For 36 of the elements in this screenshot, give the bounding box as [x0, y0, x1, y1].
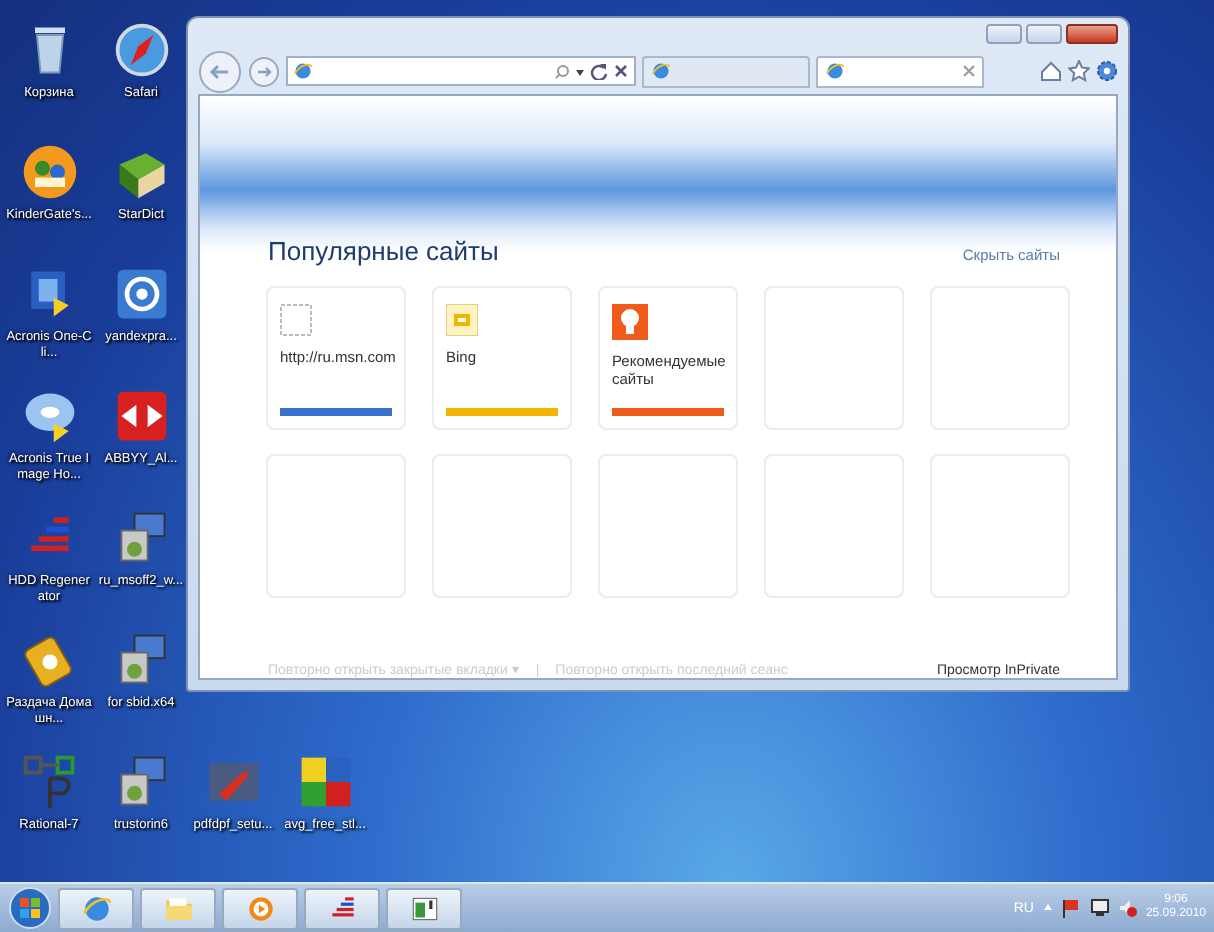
flag-icon[interactable] [1061, 898, 1082, 918]
play-icon [243, 891, 277, 925]
show-hidden-icons-button[interactable] [1041, 902, 1054, 914]
network-icon[interactable] [1089, 898, 1110, 918]
forward-button[interactable] [248, 55, 280, 88]
taskbar-app-button[interactable] [58, 887, 134, 929]
lightbulb-icon [612, 304, 648, 340]
taskbar-app-button[interactable] [140, 887, 216, 929]
browser-tab[interactable] [642, 55, 810, 88]
back-button[interactable] [198, 49, 242, 94]
speaker-icon[interactable] [1117, 898, 1138, 918]
people-icon[interactable] [19, 142, 79, 202]
taskbar-app-button[interactable] [386, 887, 462, 929]
diagram-icon[interactable] [19, 752, 79, 812]
settings-icon[interactable] [1096, 60, 1118, 83]
close-tab-icon[interactable] [962, 64, 976, 79]
stop-icon[interactable] [612, 62, 630, 81]
address-bar[interactable] [286, 56, 636, 87]
browser-tab[interactable] [816, 55, 984, 88]
home-icon[interactable] [1040, 60, 1062, 83]
start-button[interactable] [8, 886, 52, 930]
blank-page-icon [280, 304, 312, 336]
globe-e-icon [292, 60, 314, 83]
page-heading: Популярные сайты [268, 236, 499, 266]
close-button[interactable] [1066, 24, 1118, 44]
compass-icon[interactable] [111, 20, 171, 80]
maximize-button[interactable] [1026, 24, 1062, 44]
star-icon[interactable] [1068, 60, 1090, 83]
minimize-button[interactable] [986, 24, 1022, 44]
globe-e-icon [824, 60, 846, 83]
globe-e-icon [650, 60, 672, 83]
refresh-icon[interactable] [590, 62, 608, 81]
taskbar-app-button[interactable] [304, 887, 380, 929]
globe-e-icon [79, 891, 113, 925]
bing-icon [446, 304, 478, 336]
taskbar-app-button[interactable] [222, 887, 298, 929]
